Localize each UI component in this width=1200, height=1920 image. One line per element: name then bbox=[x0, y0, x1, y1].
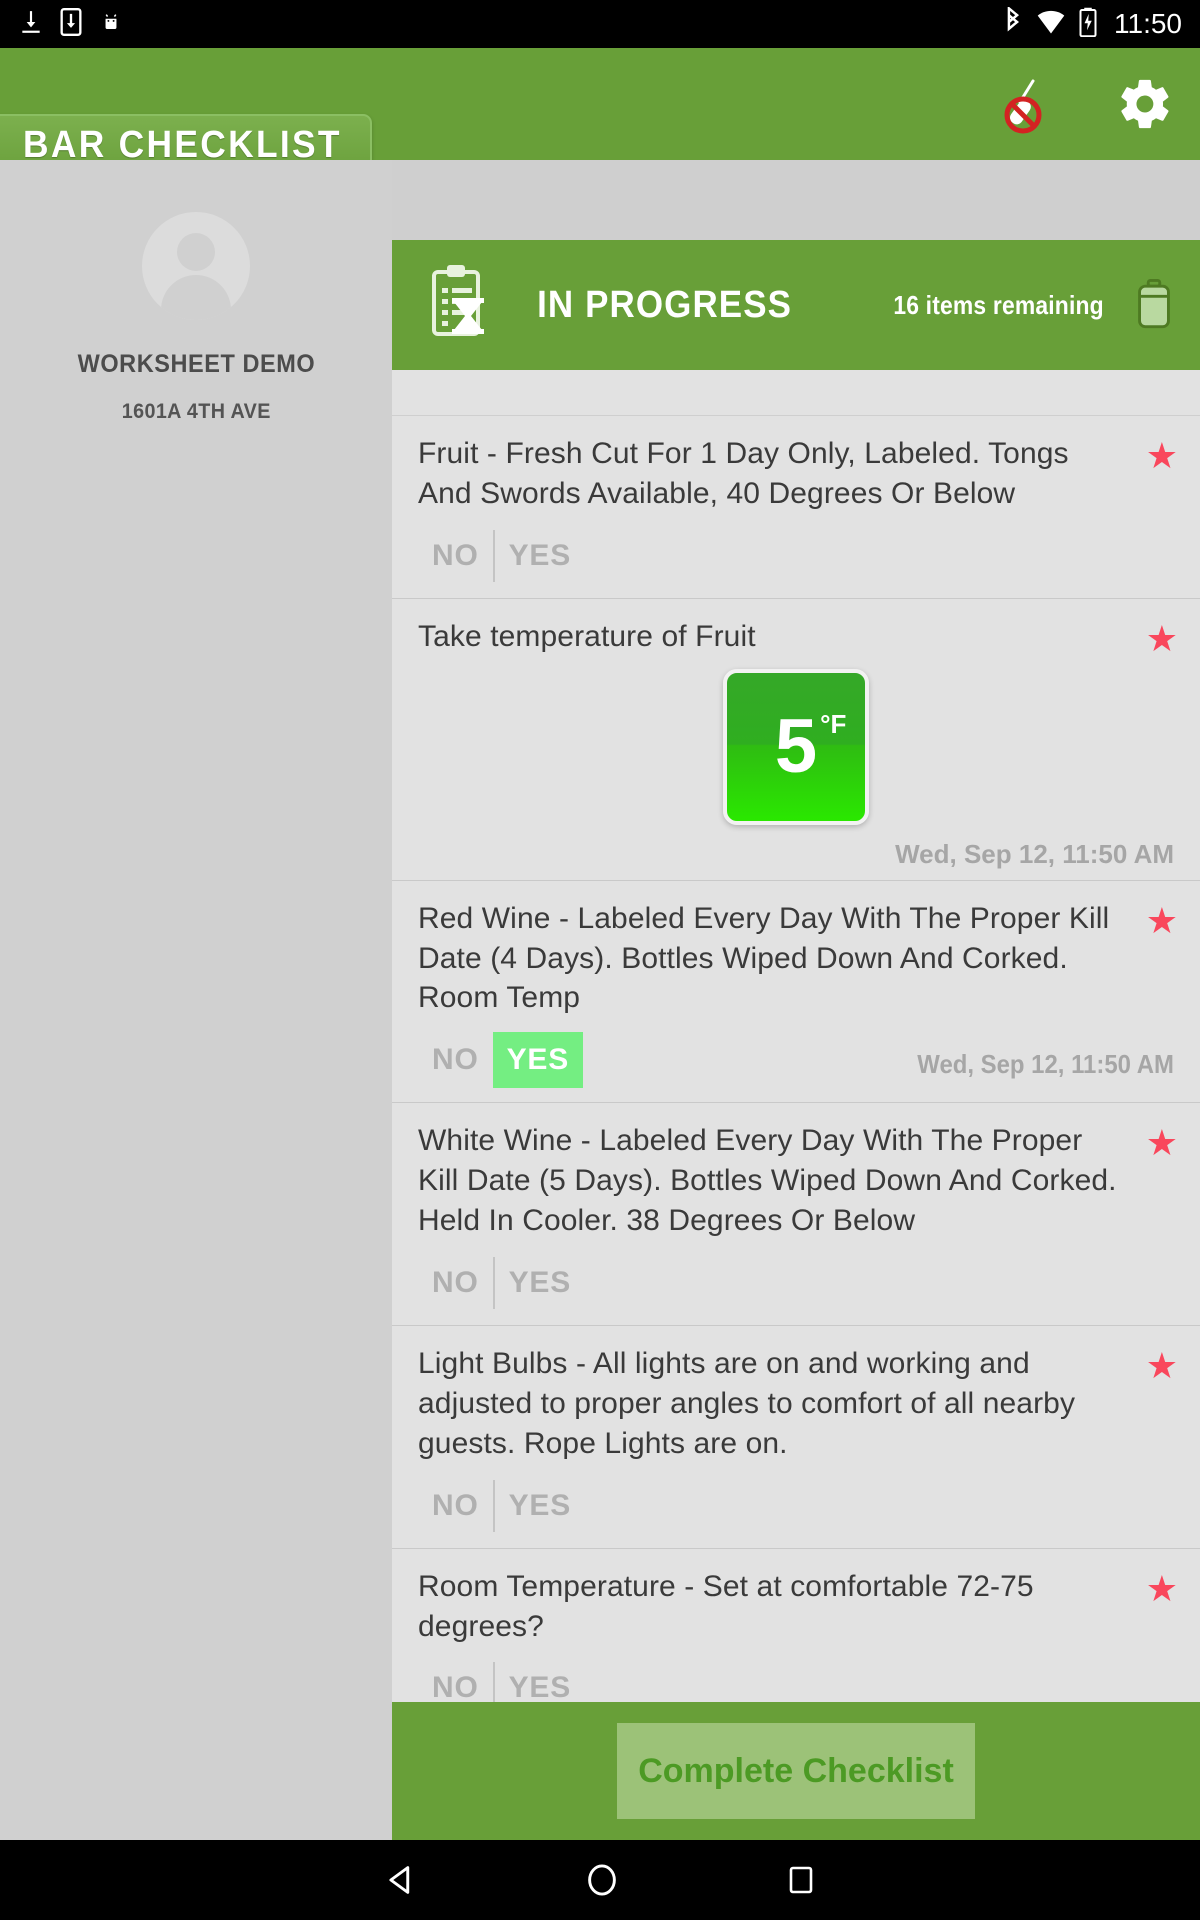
checklist-status-title: IN PROGRESS bbox=[537, 283, 793, 326]
toggle-option-no[interactable]: NO bbox=[418, 1478, 493, 1534]
checklist-item[interactable]: Fruit - Fresh Cut For 1 Day Only, Labele… bbox=[392, 416, 1200, 599]
toggle-option-yes[interactable]: YES bbox=[492, 1032, 584, 1089]
toggle-option-no[interactable]: NO bbox=[418, 1032, 493, 1088]
battery-charging-icon bbox=[1079, 7, 1097, 42]
items-remaining-count: 16 items remaining bbox=[893, 289, 1104, 320]
sidebar-user-address: 1601A 4TH AVE bbox=[121, 400, 271, 423]
complete-checklist-button[interactable]: Complete Checklist bbox=[617, 1723, 975, 1819]
status-bar-right-icons: 11:50 bbox=[1003, 5, 1182, 42]
star-icon[interactable]: ★ bbox=[1146, 1125, 1178, 1161]
checklist-item-text: White Wine - Labeled Every Day With The … bbox=[418, 1124, 1117, 1238]
yes-no-toggle[interactable]: NO YES bbox=[418, 1032, 584, 1089]
temperature-unit: °F bbox=[820, 708, 847, 739]
android-nav-bar bbox=[0, 1840, 1200, 1920]
yes-no-toggle[interactable]: NO YES bbox=[418, 1255, 585, 1311]
download-icon bbox=[18, 9, 44, 40]
checklist-item-controls: NO YES bbox=[418, 1241, 1174, 1311]
toggle-option-yes[interactable]: YES bbox=[495, 528, 585, 584]
checklist-item-controls: NO YES bbox=[418, 514, 1174, 584]
toggle-option-no[interactable]: NO bbox=[418, 1255, 493, 1311]
bluetooth-icon bbox=[1003, 5, 1023, 42]
app-bar: BAR CHECKLIST bbox=[0, 48, 1200, 176]
checklist-footer: Complete Checklist bbox=[392, 1702, 1200, 1840]
checklist-status-header: IN PROGRESS 16 items remaining bbox=[392, 240, 1200, 370]
recents-square-icon[interactable] bbox=[785, 1864, 817, 1896]
avatar-head-shape bbox=[177, 233, 215, 271]
checklist-panel: IN PROGRESS 16 items remaining Fruit - F… bbox=[392, 240, 1200, 1840]
temperature-value: 5 °F bbox=[774, 703, 847, 789]
avatar-body-shape bbox=[161, 275, 231, 320]
home-circle-icon[interactable] bbox=[584, 1862, 620, 1898]
checklist-item-timestamp-wrap: Wed, Sep 12, 11:50 AM bbox=[418, 839, 1174, 870]
sidebar-user-name: WORKSHEET DEMO bbox=[77, 350, 315, 378]
settings-gear-icon[interactable] bbox=[1116, 75, 1174, 133]
android-status-bar: 11:50 bbox=[0, 0, 1200, 48]
checklist-item-text: Light Bulbs - All lights are on and work… bbox=[418, 1347, 1076, 1460]
checklist-item-timestamp: Wed, Sep 12, 11:50 AM bbox=[895, 838, 1174, 869]
status-bar-clock: 11:50 bbox=[1114, 8, 1182, 39]
sidebar: WORKSHEET DEMO 1601A 4TH AVE bbox=[0, 160, 392, 1840]
yes-no-toggle[interactable]: NO YES bbox=[418, 1478, 585, 1534]
star-icon[interactable]: ★ bbox=[1146, 1348, 1178, 1384]
star-icon[interactable]: ★ bbox=[1146, 620, 1178, 657]
checklist-item[interactable]: Red Wine - Labeled Every Day With The Pr… bbox=[392, 880, 1200, 1104]
clipboard-hourglass-icon bbox=[426, 262, 500, 348]
no-thermometer-icon[interactable] bbox=[996, 71, 1052, 137]
toggle-option-no[interactable]: NO bbox=[418, 528, 493, 584]
yes-no-toggle[interactable]: NO YES bbox=[418, 528, 585, 584]
checklist-item-text: Take temperature of Fruit bbox=[418, 619, 756, 653]
temperature-reading[interactable]: 5 °F bbox=[418, 668, 1174, 825]
checklist-item-controls: NO YES bbox=[418, 1464, 1174, 1534]
toggle-option-yes[interactable]: YES bbox=[495, 1255, 585, 1311]
star-icon[interactable]: ★ bbox=[1146, 902, 1178, 939]
android-icon bbox=[98, 9, 124, 40]
avatar[interactable] bbox=[142, 212, 250, 320]
temperature-chip[interactable]: 5 °F bbox=[723, 668, 869, 825]
wifi-icon bbox=[1036, 9, 1066, 40]
app-root: 11:50 BAR CHECKLIST WORKSHEET DEMO 1601A… bbox=[0, 0, 1200, 1920]
checklist-item[interactable]: Take temperature of Fruit ★ 5 °F Wed, Sep… bbox=[392, 598, 1200, 881]
checklist-item-controls: NO YES Wed, Sep 12, 11:50 AM bbox=[418, 1018, 1174, 1089]
checklist-item-timestamp: Wed, Sep 12, 11:50 AM bbox=[917, 1049, 1174, 1080]
checklist-item-text: Fruit - Fresh Cut For 1 Day Only, Labele… bbox=[418, 437, 1069, 510]
checklist-item[interactable]: Light Bulbs - All lights are on and work… bbox=[392, 1326, 1200, 1549]
star-icon[interactable]: ★ bbox=[1146, 438, 1178, 474]
back-triangle-icon[interactable] bbox=[383, 1862, 419, 1898]
checklist-item-text: Red Wine - Labeled Every Day With The Pr… bbox=[418, 901, 1110, 1015]
app-bar-actions bbox=[996, 48, 1174, 160]
status-bar-left-icons bbox=[18, 7, 124, 41]
toggle-option-yes[interactable]: YES bbox=[495, 1478, 585, 1534]
checklist-item[interactable]: White Wine - Labeled Every Day With The … bbox=[392, 1103, 1200, 1327]
checklist-item-text: Room Temperature - Set at comfortable 72… bbox=[418, 1569, 1034, 1643]
list-top-spacer bbox=[392, 370, 1200, 416]
star-icon[interactable]: ★ bbox=[1146, 1570, 1178, 1607]
trash-icon[interactable] bbox=[1132, 279, 1176, 331]
save-to-device-icon bbox=[60, 7, 82, 41]
